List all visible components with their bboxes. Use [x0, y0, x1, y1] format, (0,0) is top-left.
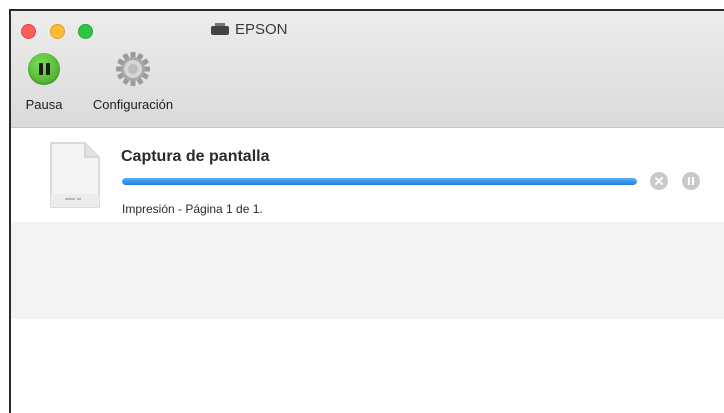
- job-status: Impresión - Página 1 de 1.: [122, 202, 263, 216]
- settings-label: Configuración: [92, 97, 174, 112]
- close-icon: [655, 177, 663, 185]
- gear-icon: [116, 52, 150, 86]
- pause-button[interactable]: Pausa: [11, 53, 77, 112]
- empty-queue-row: [11, 222, 724, 319]
- printer-icon: [211, 23, 229, 36]
- window-title-text: EPSON: [235, 21, 288, 38]
- document-icon: [50, 142, 100, 208]
- hold-job-button[interactable]: [682, 172, 700, 190]
- pause-icon: [688, 177, 694, 185]
- print-queue-window: EPSON Pausa Configuración Captura de pan…: [9, 9, 724, 413]
- window-title: EPSON: [211, 21, 288, 38]
- close-window-button[interactable]: [21, 24, 36, 39]
- settings-button[interactable]: Configuración: [75, 52, 191, 112]
- zoom-window-button[interactable]: [78, 24, 93, 39]
- job-progress-fill: [122, 178, 637, 185]
- pause-icon: [28, 53, 60, 85]
- cancel-job-button[interactable]: [650, 172, 668, 190]
- job-progress-bar: [122, 178, 637, 185]
- job-name: Captura de pantalla: [121, 148, 270, 165]
- print-job-row[interactable]: Captura de pantalla Impresión - Página 1…: [11, 128, 724, 222]
- minimize-window-button[interactable]: [50, 24, 65, 39]
- pause-label: Pausa: [25, 97, 63, 112]
- title-toolbar: EPSON Pausa Configuración: [11, 11, 724, 128]
